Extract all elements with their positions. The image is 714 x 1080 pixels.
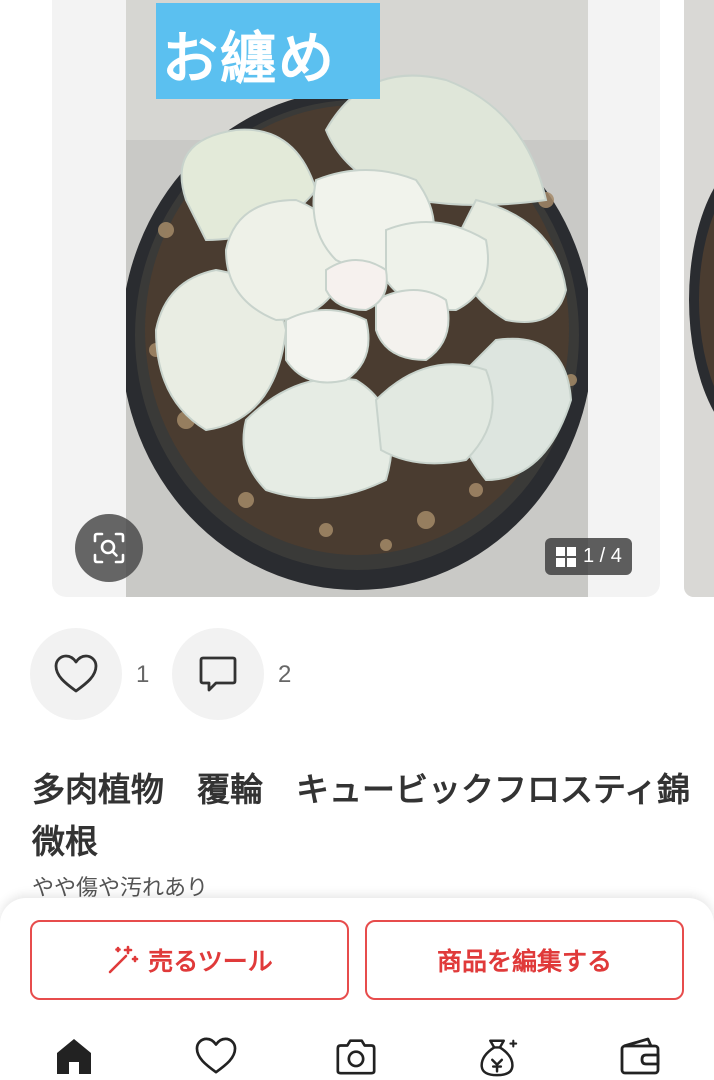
- edit-item-label: 商品を編集する: [436, 947, 612, 976]
- comment-button[interactable]: [172, 628, 264, 720]
- photo-counter-text: 1 / 4: [583, 545, 622, 567]
- sell-tool-label: 売るツール: [148, 947, 273, 976]
- tab-likes[interactable]: [194, 1036, 238, 1080]
- edit-item-button[interactable]: 商品を編集する: [365, 920, 684, 1000]
- tab-wallet[interactable]: [618, 1036, 662, 1080]
- product-photo-slide[interactable]: お纏め: [52, 0, 660, 597]
- zoom-scan-icon: [93, 532, 125, 564]
- magic-wand-icon: [108, 945, 139, 974]
- home-icon: [57, 1039, 91, 1074]
- tab-sell[interactable]: [334, 1036, 378, 1080]
- overlay-label: お纏め: [162, 27, 336, 92]
- zoom-button[interactable]: [75, 514, 143, 582]
- money-bag-icon: [480, 1039, 518, 1077]
- bottom-action-sheet: 売るツール 商品を編集する: [0, 898, 714, 1080]
- bottom-tab-bar: [0, 1026, 714, 1080]
- tab-home[interactable]: [52, 1036, 96, 1080]
- photo-counter: 1 / 4: [545, 538, 632, 575]
- item-title: 多肉植物 覆輪 キュービックフロスティ錦 微根: [32, 770, 691, 861]
- wallet-icon: [620, 1037, 660, 1075]
- heart-icon: [54, 654, 98, 693]
- image-carousel[interactable]: お纏め 1 / 4: [0, 0, 714, 600]
- heart-icon: [195, 1037, 237, 1074]
- comment-icon: [199, 656, 237, 692]
- next-photo-slide[interactable]: [684, 0, 714, 597]
- like-count: 1: [136, 661, 150, 688]
- like-button[interactable]: [30, 628, 122, 720]
- next-photo-preview: [684, 0, 714, 597]
- grid-icon: [556, 546, 576, 567]
- camera-icon: [336, 1039, 376, 1075]
- tab-payment[interactable]: [476, 1036, 520, 1080]
- comment-count: 2: [278, 661, 292, 688]
- sell-tool-button[interactable]: 売るツール: [30, 920, 349, 1000]
